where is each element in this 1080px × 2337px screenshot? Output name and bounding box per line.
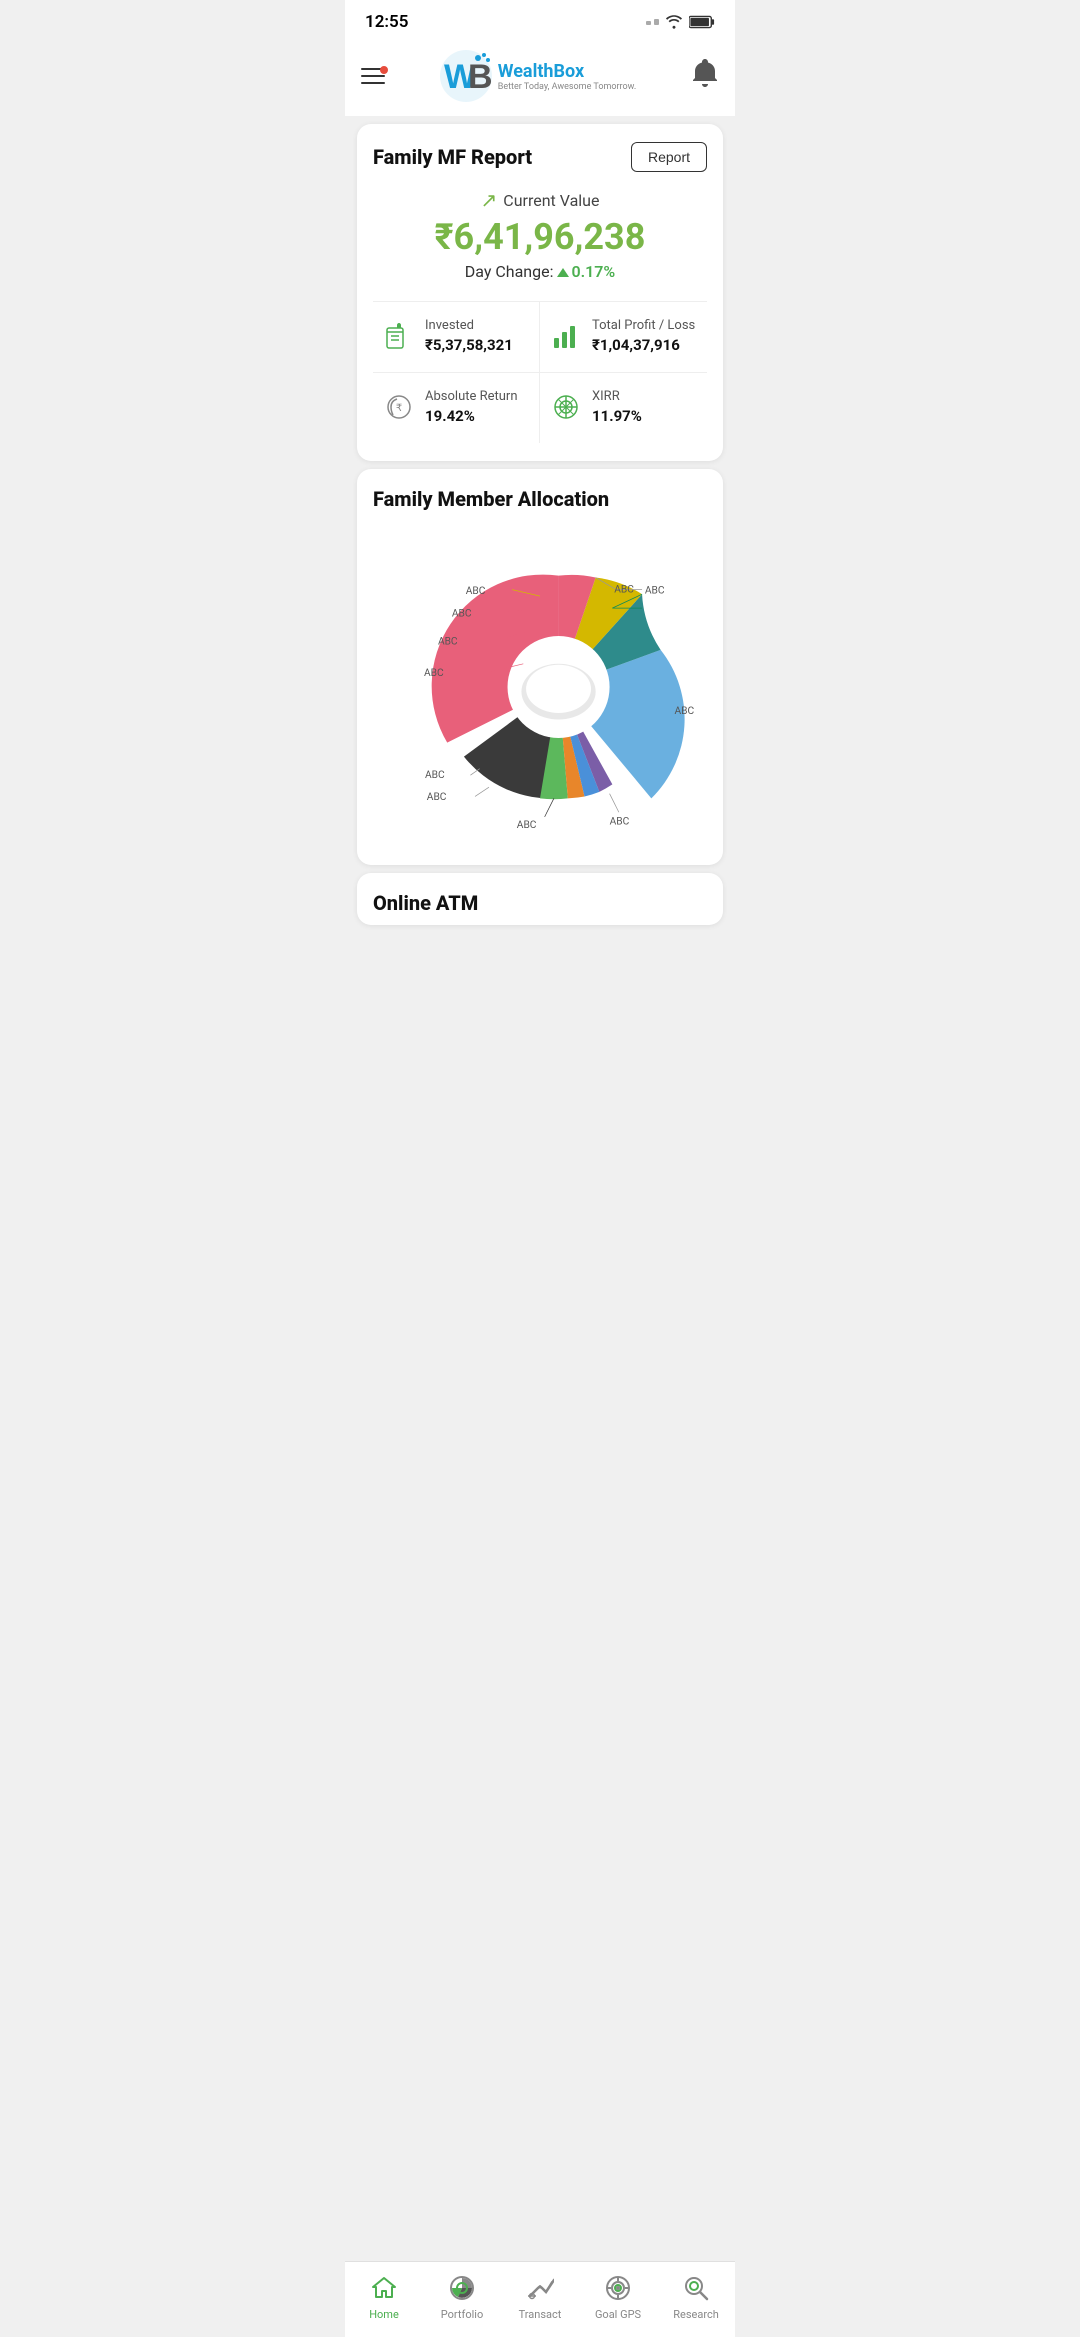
invested-value: ₹5,37,58,321 — [425, 336, 513, 354]
report-button[interactable]: Report — [631, 142, 707, 172]
battery-icon — [689, 15, 715, 29]
allocation-title: Family Member Allocation — [373, 487, 707, 511]
research-nav-label: Research — [673, 2308, 719, 2321]
svg-text:ABC: ABC — [466, 586, 486, 597]
research-nav-icon — [680, 2272, 712, 2304]
donut-chart-svg: ABC ABC ABC ABC ABC ABC ABC ABC — [373, 527, 707, 847]
abs-return-label: Absolute Return — [425, 389, 518, 404]
current-value-section: ↗ Current Value ₹6,41,96,238 Day Change:… — [373, 188, 707, 281]
invested-icon — [383, 320, 415, 356]
xirr-label: XIRR — [592, 389, 642, 404]
xirr-icon — [550, 391, 582, 427]
allocation-chart: ABC ABC ABC ABC ABC ABC ABC ABC — [373, 527, 707, 847]
day-change: Day Change: 0.17% — [373, 262, 707, 281]
profit-loss-icon — [550, 320, 582, 356]
status-bar: 12:55 — [345, 0, 735, 40]
home-nav-label: Home — [369, 2308, 399, 2321]
current-value-amount: ₹6,41,96,238 — [373, 216, 707, 258]
svg-text:B: B — [468, 58, 492, 96]
wb-logo-icon: W B — [440, 50, 492, 102]
abs-return-cell: ₹ Absolute Return 19.42% — [373, 373, 540, 443]
svg-text:ABC: ABC — [517, 820, 537, 831]
status-icons — [646, 15, 715, 29]
svg-text:ABC: ABC — [427, 792, 447, 803]
invested-cell: Invested ₹5,37,58,321 — [373, 302, 540, 373]
brand-name: WealthBox — [498, 61, 637, 82]
goal-gps-nav-label: Goal GPS — [595, 2308, 641, 2321]
notification-button[interactable] — [691, 59, 719, 93]
svg-text:ABC: ABC — [645, 585, 665, 596]
trend-up-icon: ↗ — [481, 188, 498, 212]
status-time: 12:55 — [365, 12, 408, 32]
allocation-card: Family Member Allocation — [357, 469, 723, 865]
stats-grid: Invested ₹5,37,58,321 Total Profit / Los… — [373, 301, 707, 443]
signal-icon — [646, 19, 659, 25]
wifi-icon — [665, 15, 683, 29]
app-header: W B WealthBox Better Today, Awesome Tomo… — [345, 40, 735, 116]
svg-text:ABC: ABC — [425, 770, 445, 781]
transact-nav-label: Transact — [519, 2308, 562, 2321]
nav-portfolio[interactable]: Portfolio — [432, 2272, 492, 2321]
abs-return-icon: ₹ — [383, 391, 415, 427]
menu-button[interactable] — [361, 68, 385, 84]
bell-icon — [691, 59, 719, 89]
profit-loss-label: Total Profit / Loss — [592, 318, 695, 333]
invested-label: Invested — [425, 318, 513, 333]
online-atm-title: Online ATM — [373, 891, 707, 915]
nav-research[interactable]: Research — [666, 2272, 726, 2321]
online-atm-card: Online ATM — [357, 873, 723, 925]
portfolio-nav-label: Portfolio — [441, 2308, 483, 2321]
portfolio-nav-icon — [446, 2272, 478, 2304]
triangle-up-icon — [557, 268, 569, 277]
current-value-label: ↗ Current Value — [373, 188, 707, 212]
mf-report-title: Family MF Report — [373, 145, 532, 169]
abs-return-value: 19.42% — [425, 407, 518, 425]
nav-goal-gps[interactable]: Goal GPS — [588, 2272, 648, 2321]
goal-gps-nav-icon — [602, 2272, 634, 2304]
app-logo: W B WealthBox Better Today, Awesome Tomo… — [440, 50, 637, 102]
transact-nav-icon — [524, 2272, 556, 2304]
svg-text:ABC: ABC — [610, 816, 630, 827]
nav-home[interactable]: Home — [354, 2272, 414, 2321]
svg-text:₹: ₹ — [396, 403, 402, 414]
profit-loss-cell: Total Profit / Loss ₹1,04,37,916 — [540, 302, 707, 373]
svg-text:ABC: ABC — [438, 636, 458, 647]
brand-tagline: Better Today, Awesome Tomorrow. — [498, 82, 637, 92]
home-nav-icon — [368, 2272, 400, 2304]
day-change-value: 0.17% — [557, 262, 615, 281]
mf-report-card: Family MF Report Report ↗ Current Value … — [357, 124, 723, 461]
svg-text:ABC: ABC — [452, 608, 472, 619]
mf-report-header: Family MF Report Report — [373, 142, 707, 172]
xirr-cell: XIRR 11.97% — [540, 373, 707, 443]
bottom-navigation: Home Portfolio Transact — [345, 2261, 735, 2337]
nav-transact[interactable]: Transact — [510, 2272, 570, 2321]
profit-loss-value: ₹1,04,37,916 — [592, 336, 695, 354]
svg-text:ABC: ABC — [614, 584, 634, 595]
svg-text:ABC: ABC — [424, 668, 444, 679]
xirr-value: 11.97% — [592, 407, 642, 425]
svg-text:ABC: ABC — [675, 706, 695, 717]
notification-dot — [380, 66, 388, 74]
